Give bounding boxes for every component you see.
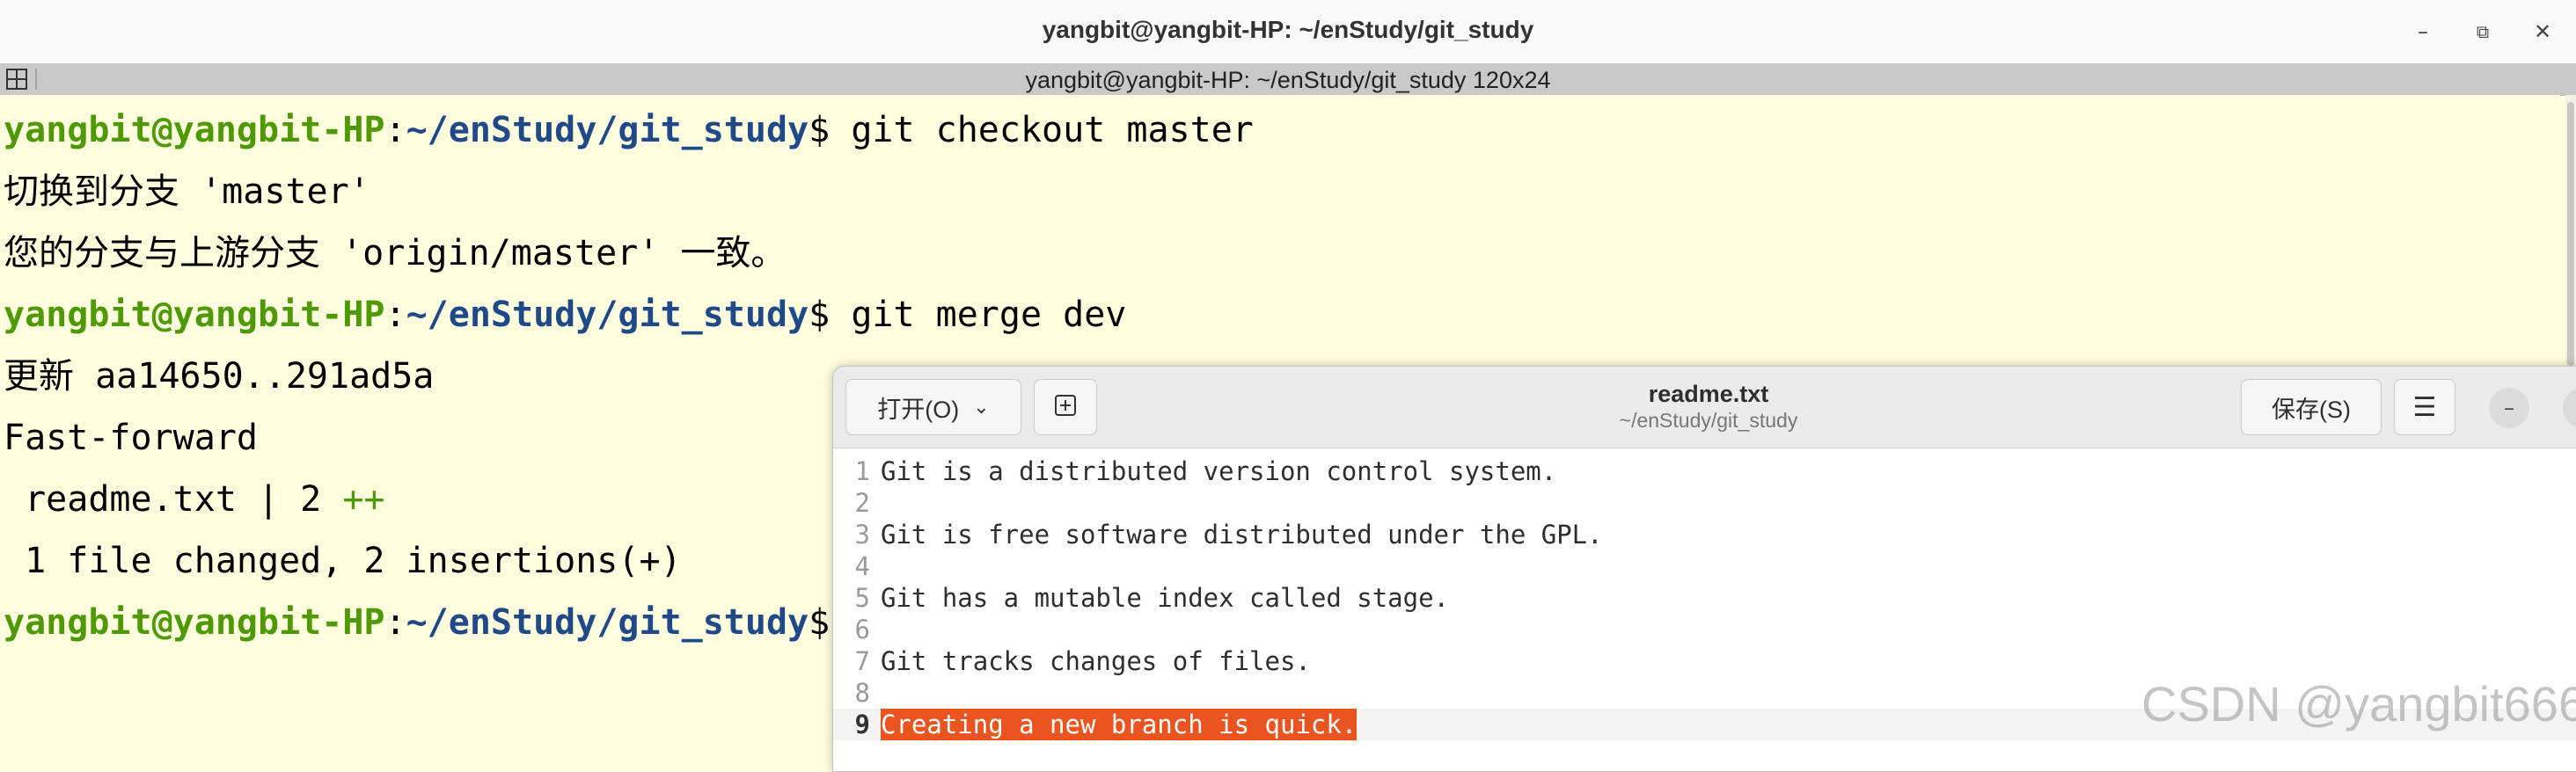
line-number: 7 — [854, 646, 870, 676]
terminal-diffstat-line: readme.txt | 2 ++ — [4, 478, 384, 521]
prompt-path: ~/enStudy/git_study — [406, 602, 809, 643]
prompt-user: yangbit@yangbit-HP — [4, 295, 385, 335]
menu-icon: ☰ — [2412, 392, 2437, 422]
editor-line[interactable]: 4 — [833, 550, 2576, 582]
diffstat-plus: ++ — [342, 479, 385, 520]
line-text: Git tracks changes of files. — [881, 646, 1311, 676]
line-text: Git is free software distributed under t… — [881, 520, 1603, 550]
terminal-command-line: yangbit@yangbit-HP:~/enStudy/git_study$ … — [4, 109, 1254, 151]
close-icon[interactable]: ✕ — [2525, 14, 2560, 49]
prompt-path: ~/enStudy/git_study — [406, 295, 809, 335]
prompt-colon: : — [384, 110, 406, 150]
prompt-colon: : — [384, 602, 406, 643]
save-label: 保存(S) — [2272, 396, 2351, 423]
line-number: 8 — [854, 678, 870, 708]
watermark-text: CSDN @yangbit666 — [2141, 676, 2576, 732]
prompt-user: yangbit@yangbit-HP — [4, 602, 385, 643]
line-number: 5 — [854, 583, 870, 613]
line-text: Git has a mutable index called stage. — [881, 583, 1450, 613]
scrollbar-thumb[interactable] — [2567, 102, 2574, 366]
terminal-tabbar: yangbit@yangbit-HP: ~/enStudy/git_study … — [0, 63, 2576, 96]
window-titlebar[interactable]: yangbit@yangbit-HP: ~/enStudy/git_study … — [0, 0, 2576, 64]
diffstat-text: readme.txt | 2 — [4, 479, 343, 520]
line-number: 9 — [854, 710, 870, 739]
save-button[interactable]: 保存(S) — [2241, 379, 2382, 435]
editor-line[interactable]: 6 — [833, 614, 2576, 645]
editor-line[interactable]: 1 Git is a distributed version control sy… — [833, 455, 2576, 487]
terminal-output-line: 切换到分支 'master' — [4, 171, 370, 212]
line-text: Git is a distributed version control sys… — [881, 456, 1557, 486]
prompt-dollar: $ — [809, 295, 831, 335]
terminal-output-line: Fast-forward — [4, 418, 258, 458]
editor-line[interactable]: 3 Git is free software distributed under … — [833, 519, 2576, 550]
editor-line[interactable]: 2 — [833, 487, 2576, 519]
line-number: 2 — [854, 488, 870, 518]
prompt-dollar: $ — [809, 602, 831, 643]
window-title: yangbit@yangbit-HP: ~/enStudy/git_study — [1042, 16, 1534, 43]
selected-line-text: Creating a new branch is quick. — [881, 709, 1358, 740]
line-number: 3 — [854, 520, 870, 550]
terminal-output-line: 1 file changed, 2 insertions(+) — [4, 541, 682, 581]
terminal-output-line: 您的分支与上游分支 'origin/master' 一致。 — [4, 233, 787, 273]
line-number: 6 — [854, 615, 870, 645]
line-number: 4 — [854, 551, 870, 581]
prompt-colon: : — [384, 295, 406, 335]
prompt-path: ~/enStudy/git_study — [406, 110, 809, 150]
prompt-dollar: $ — [809, 110, 831, 150]
editor-line[interactable]: 7 Git tracks changes of files. — [833, 645, 2576, 677]
terminal-output-line: 更新 aa14650..291ad5a — [4, 356, 435, 397]
command-text: git merge dev — [830, 295, 1127, 335]
terminal-command-line: yangbit@yangbit-HP:~/enStudy/git_study$ — [4, 601, 830, 644]
terminal-command-line: yangbit@yangbit-HP:~/enStudy/git_study$ … — [4, 294, 1126, 336]
minimize-icon[interactable]: – — [2405, 14, 2441, 49]
editor-minimize-icon[interactable]: – — [2489, 388, 2529, 428]
editor-headerbar[interactable]: 打开(O) ⌄ readme.txt ~/enStudy/git_study 保… — [833, 367, 2576, 448]
hamburger-menu-button[interactable]: ☰ — [2394, 379, 2455, 435]
prompt-user: yangbit@yangbit-HP — [4, 110, 385, 150]
line-number: 1 — [854, 456, 870, 486]
command-text: git checkout master — [830, 110, 1254, 150]
maximize-icon[interactable]: ⧉ — [2465, 14, 2500, 49]
editor-line[interactable]: 5 Git has a mutable index called stage. — [833, 582, 2576, 614]
terminal-tab-title[interactable]: yangbit@yangbit-HP: ~/enStudy/git_study … — [0, 67, 2576, 94]
